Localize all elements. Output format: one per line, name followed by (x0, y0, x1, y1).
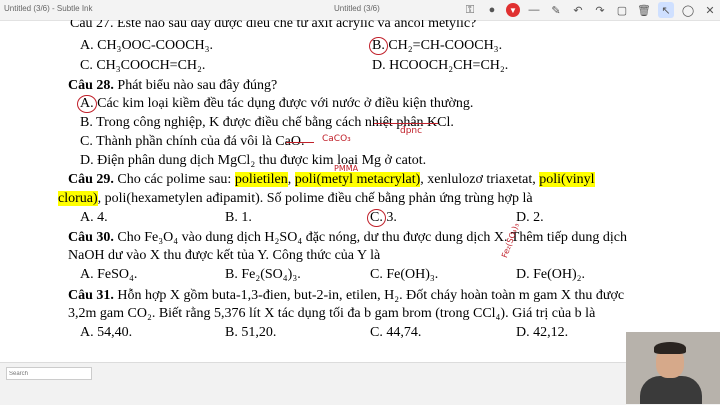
q27-option-b-text: CH₂=CH-COOCH₃. (384, 38, 503, 53)
strike-mark (374, 123, 438, 125)
q31-option-b: B. 51,20. (225, 325, 277, 340)
q27-option-d: D. HCOOCH₂CH=CH₂. (372, 58, 509, 73)
circle-icon[interactable]: ◯ (680, 2, 696, 18)
q28-option-c: C. Thành phần chính của đá vôi là CaO. (80, 134, 305, 149)
lock-icon[interactable]: ⚿ (462, 2, 478, 18)
q27-option-b: B. CH₂=CH-COOCH₃. (369, 37, 503, 55)
q30-stem-line1: Câu 30. Cho Fe₃O₄ vào dung dịch H₂SO₄ đặ… (68, 230, 627, 246)
q29-stem-line2: clorua), poli(hexametylen ađipamit). Số … (58, 191, 533, 207)
cross-icon[interactable]: ✕ (702, 2, 718, 18)
taskbar (0, 362, 720, 405)
document-title: Untitled (3/6) (334, 4, 380, 13)
highlight-pvc-cont: clorua) (58, 191, 98, 206)
q29-pre: Cho các polime sau: (113, 172, 235, 187)
q30-stem-text: Cho Fe₃O₄ vào dung dịch H₂SO₄ đặc nóng, … (113, 230, 628, 245)
minimize-icon[interactable]: — (526, 2, 542, 18)
highlight-polietilen: polietilen (234, 172, 288, 187)
square-icon[interactable]: ▢ (614, 2, 630, 18)
q27-option-a: A. CH₃OOC-COOCH₃. (80, 38, 214, 53)
q31-stem-line1: Câu 31. Hỗn hợp X gồm buta-1,3-đien, but… (68, 288, 624, 304)
q29-option-c: C. 3. (367, 209, 397, 227)
q29-option-a: A. 4. (80, 210, 108, 225)
q28-number: Câu 28. (68, 78, 114, 93)
q31-option-a: A. 54,40. (80, 325, 133, 340)
arrow-icon[interactable]: ↖ (658, 2, 674, 18)
q29-option-c-text: 3. (382, 210, 397, 225)
q29-option-b: B. 1. (225, 210, 252, 225)
q31-option-c: C. 44,74. (370, 325, 422, 340)
q28-stem-text: Phát biểu nào sau đây đúng? (113, 78, 278, 93)
redo-icon[interactable]: ↷ (592, 2, 608, 18)
q27-option-c: C. CH₃COOCH=CH₂. (80, 58, 206, 73)
ink-annotation-caco3: CaCO₃ (322, 134, 351, 144)
q29-option-d: D. 2. (516, 210, 544, 225)
q28-option-d: D. Điện phân dung dịch MgCl₂ thu được ki… (80, 153, 427, 168)
q29-sep: , (287, 172, 295, 187)
undo-icon[interactable]: ↶ (570, 2, 586, 18)
q29-stem-line1: Câu 29. Cho các polime sau: polietilen , … (68, 172, 595, 188)
pen-icon[interactable]: ▼ (506, 3, 520, 17)
q29-rest: , poli(hexametylen ađipamit). Số polime … (97, 191, 533, 206)
q28-option-a: A. Các kim loại kiềm đều tác dụng được v… (77, 95, 474, 113)
q30-option-a: A. FeSO₄. (80, 267, 138, 282)
person-hair (654, 342, 686, 354)
pencil-icon[interactable]: ✎ (548, 2, 564, 18)
ink-annotation-dpnc: đpnc (400, 126, 423, 136)
q31-stem-text: Hỗn hợp X gồm buta-1,3-đien, but-2-in, e… (113, 288, 625, 303)
person-body (640, 376, 702, 404)
webcam-overlay (626, 332, 720, 404)
app-title: Untitled (3/6) - Subtle Ink (4, 4, 93, 13)
q30-number: Câu 30. (68, 230, 114, 245)
q30-stem-line2: NaOH dư vào X thu được kết tủa Y. Công t… (68, 248, 381, 263)
highlight-pmma: poli(metyl metacrylat) (294, 172, 421, 187)
q29-number: Câu 29. (68, 172, 114, 187)
q28-option-a-text: Các kim loại kiềm đều tác dụng được với … (93, 96, 474, 111)
search-input[interactable] (6, 367, 92, 380)
q30-option-d: D. Fe(OH)₂. (516, 267, 586, 282)
q30-option-c: C. Fe(OH)₃. (370, 267, 439, 282)
trash-icon[interactable]: 🗑 (636, 2, 652, 18)
record-icon[interactable]: ● (484, 2, 500, 18)
q31-option-d: D. 42,12. (516, 325, 569, 340)
title-bar: Untitled (3/6) - Subtle Ink Untitled (3/… (0, 0, 720, 21)
q27-stem: Câu 27. Este nào sau đây được điều chế t… (70, 20, 477, 31)
highlight-pvc: poli(vinyl (539, 172, 595, 187)
q28-stem: Câu 28. Phát biểu nào sau đây đúng? (68, 78, 277, 94)
document-page: Câu 27. Este nào sau đây được điều chế t… (0, 20, 720, 362)
q31-number: Câu 31. (68, 288, 114, 303)
q30-option-b: B. Fe₂(SO₄)₃. (225, 267, 301, 282)
strike-mark (286, 142, 314, 144)
q31-stem-line2: 3,2m gam CO₂. Biết rằng 5,376 lít X tác … (68, 306, 596, 321)
toolbar: ⚿ ● ▼ — ✎ ↶ ↷ ▢ 🗑 ↖ ◯ ✕ (462, 0, 718, 20)
q29-mid: , xenlulozơ triaxetat, (420, 172, 540, 187)
